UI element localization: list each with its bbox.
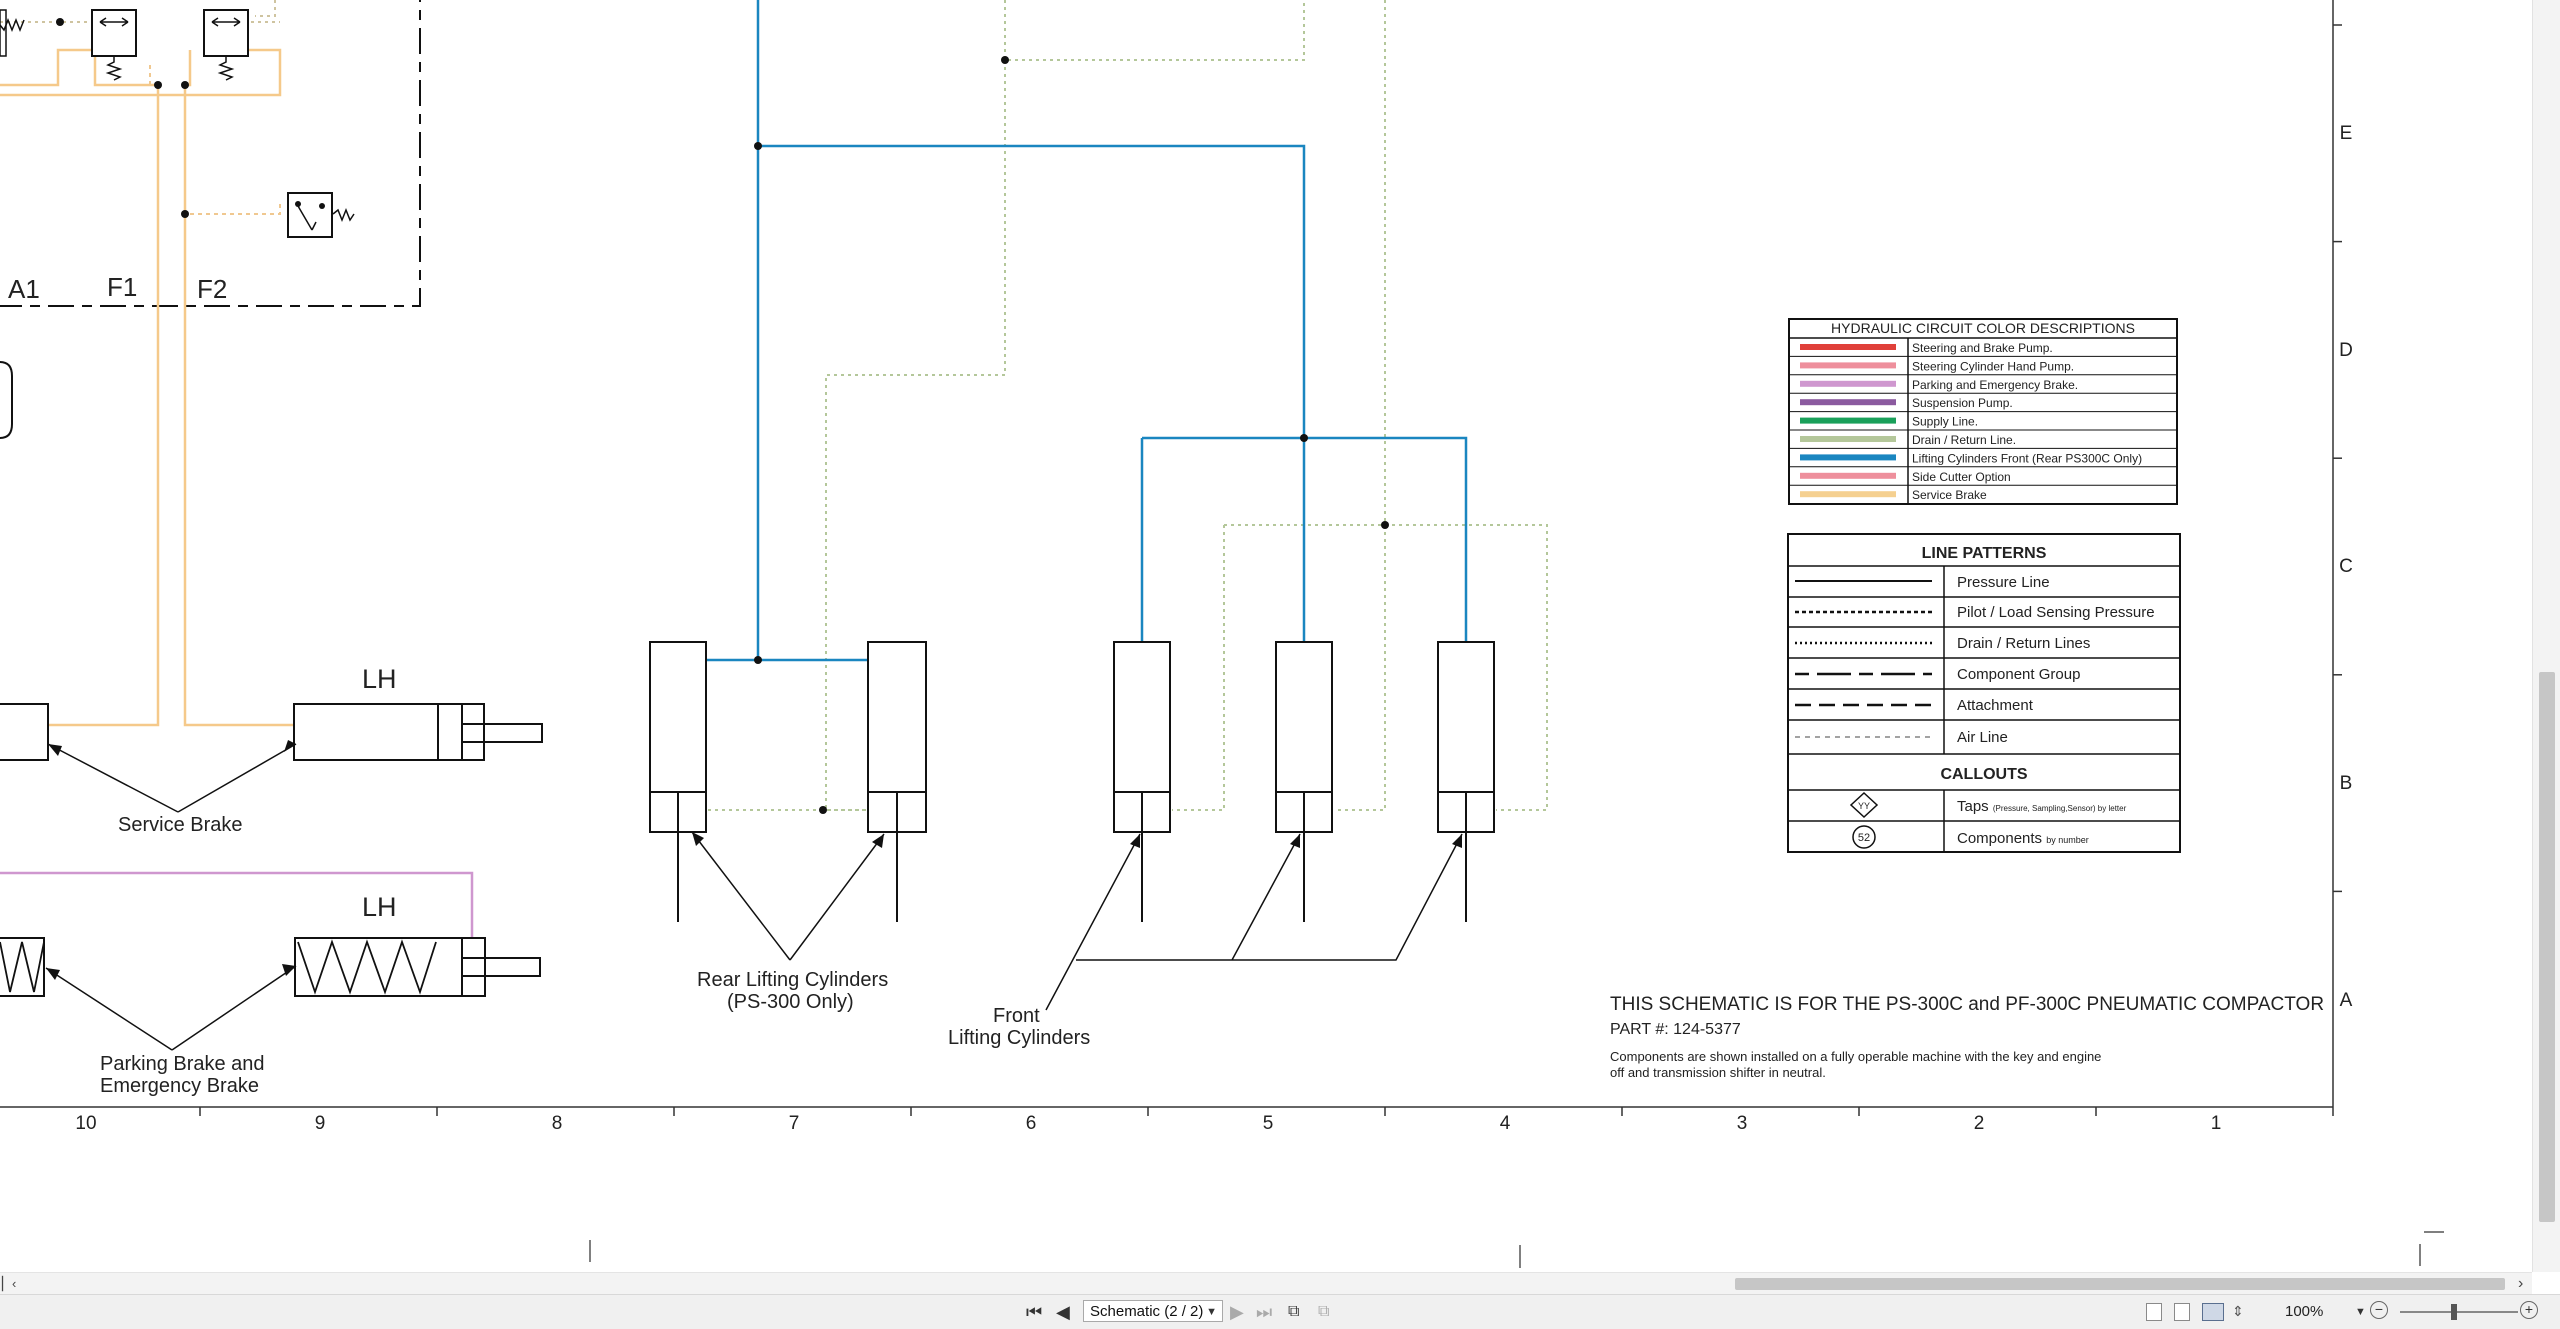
column-label-10: 10 (75, 1113, 96, 1134)
front-cylinders-label-1: Front (993, 1005, 1040, 1027)
column-label-5: 5 (1263, 1113, 1274, 1134)
color-legend-title: HYDRAULIC CIRCUIT COLOR DESCRIPTIONS (1831, 320, 2135, 336)
port-label-a1: A1 (8, 274, 40, 304)
legend-item-label: Lifting Cylinders Front (Rear PS300C Onl… (1912, 451, 2142, 465)
callouts-title: CALLOUTS (1940, 766, 2027, 783)
legend-item-label: Parking and Emergency Brake. (1912, 378, 2078, 392)
column-label-6: 6 (1026, 1113, 1037, 1134)
legend-swatch (1800, 472, 1896, 479)
scroll-right-icon[interactable]: › (2518, 1273, 2523, 1295)
schematic-notes: THIS SCHEMATIC IS FOR THE PS-300C and PF… (1610, 994, 2324, 1080)
service-brake-group: LH Service Brake (0, 664, 543, 836)
legend-swatch (1800, 454, 1896, 461)
zoom-slider[interactable] (2400, 1311, 2518, 1313)
notes-part-number: PART #: 124-5377 (1610, 1021, 1741, 1038)
lifting-circuit: Rear Lifting Cylinders (PS-300 Only) Fro… (649, 0, 1548, 1049)
delete-sheet-icon[interactable]: ⧉ (1318, 1301, 1329, 1323)
legend-item-label: Drain / Return Line. (1912, 433, 2016, 447)
column-label-8: 8 (552, 1113, 563, 1134)
column-label-2: 2 (1974, 1113, 1985, 1134)
continuous-view-icon[interactable] (2174, 1303, 2190, 1321)
legend-swatch (1800, 491, 1896, 498)
zoom-level[interactable]: 100% (2285, 1301, 2323, 1323)
svg-text:YY: YY (1858, 801, 1870, 811)
row-label-c: C (2339, 556, 2353, 577)
pattern-label-air-line: Air Line (1957, 729, 2008, 746)
pattern-label-drain: Drain / Return Lines (1957, 635, 2090, 652)
color-legend-table: HYDRAULIC CIRCUIT COLOR DESCRIPTIONS Ste… (1788, 318, 2178, 505)
port-label-f1: F1 (107, 272, 137, 302)
lh-label-lower: LH (362, 892, 397, 922)
legend-item-label: Steering Cylinder Hand Pump. (1912, 359, 2074, 373)
circle-component-icon: 52 (1852, 825, 1876, 849)
legend-swatch (1800, 362, 1896, 369)
zoom-dropdown-icon[interactable]: ▼ (2355, 1301, 2366, 1323)
notes-description-2: off and transmission shifter in neutral. (1610, 1065, 1826, 1080)
vertical-scrollbar[interactable] (2532, 0, 2560, 1272)
schematic-canvas[interactable]: A1 F1 F2 LH Service Brake LH Parking Bra… (0, 0, 2532, 1272)
port-label-f2: F2 (197, 274, 227, 304)
legend-item-label: Side Cutter Option (1912, 470, 2011, 484)
two-page-view-icon[interactable] (2202, 1303, 2224, 1321)
line-patterns-table: LINE PATTERNS Pressure Line Pilot / Load… (1787, 533, 2181, 853)
legend-item-label: Suspension Pump. (1912, 396, 2013, 410)
parking-brake-group: LH Parking Brake and Emergency Brake (0, 871, 541, 1097)
chevron-down-icon: ▼ (1206, 1306, 1217, 1318)
column-label-9: 9 (315, 1113, 326, 1134)
notes-description-1: Components are shown installed on a full… (1610, 1049, 2101, 1064)
pattern-label-pressure: Pressure Line (1957, 574, 2050, 591)
last-page-icon[interactable]: ⏭ (1256, 1301, 1272, 1323)
column-label-1: 1 (2211, 1113, 2222, 1134)
first-page-icon[interactable]: ⏮ (1026, 1301, 1042, 1323)
legend-item-label: Supply Line. (1912, 415, 1978, 429)
legend-swatch (1800, 399, 1896, 406)
hydraulic-schematic: A1 F1 F2 LH Service Brake LH Parking Bra… (0, 0, 2444, 1268)
front-cylinders-label-2: Lifting Cylinders (948, 1027, 1090, 1049)
sheet-selector-value: Schematic (2 / 2) (1090, 1303, 1204, 1320)
vertical-scroll-thumb[interactable] (2539, 672, 2555, 1222)
sheet-selector[interactable]: Schematic (2 / 2) ▼ (1083, 1300, 1223, 1322)
rear-cylinders-label-2: (PS-300 Only) (727, 991, 854, 1013)
parking-brake-label-1: Parking Brake and (100, 1053, 265, 1075)
zoom-out-icon[interactable]: − (2370, 1301, 2388, 1319)
service-brake-label: Service Brake (118, 814, 243, 836)
row-label-a: A (2340, 990, 2353, 1011)
single-page-view-icon[interactable] (2146, 1303, 2162, 1321)
column-label-3: 3 (1737, 1113, 1748, 1134)
pattern-label-component-group: Component Group (1957, 666, 2080, 683)
legend-item-label: Steering and Brake Pump. (1912, 341, 2053, 355)
fit-page-icon[interactable]: ⇕ (2232, 1303, 2248, 1321)
zoom-slider-thumb[interactable] (2451, 1304, 2457, 1320)
row-label-e: E (2340, 123, 2353, 144)
rear-cylinders-label-1: Rear Lifting Cylinders (697, 969, 888, 991)
svg-text:52: 52 (1858, 832, 1870, 844)
previous-page-icon[interactable]: ◀ (1056, 1301, 1070, 1323)
notes-title: THIS SCHEMATIC IS FOR THE PS-300C and PF… (1610, 994, 2324, 1015)
copy-sheet-icon[interactable]: ⧉ (1288, 1301, 1299, 1323)
row-label-b: B (2340, 773, 2353, 794)
lh-label-upper: LH (362, 664, 397, 694)
pattern-label-pilot: Pilot / Load Sensing Pressure (1957, 604, 2155, 621)
scroll-left-icon[interactable]: ▏‹ (2, 1273, 16, 1295)
next-page-icon[interactable]: ▶ (1230, 1301, 1244, 1323)
legend-swatch (1800, 436, 1896, 442)
status-bar: ⏮ ◀ Schematic (2 / 2) ▼ ▶ ⏭ ⧉ ⧉ ⇕ 100% ▼… (0, 1294, 2560, 1329)
legend-item-label: Service Brake (1912, 488, 1987, 502)
legend-swatch (1800, 380, 1896, 387)
line-patterns-title: LINE PATTERNS (1922, 545, 2047, 562)
pattern-label-attachment: Attachment (1957, 697, 2034, 714)
valve-block: A1 F1 F2 (0, 0, 421, 727)
column-label-7: 7 (789, 1113, 800, 1134)
legend-swatch (1800, 344, 1896, 350)
column-label-4: 4 (1500, 1113, 1511, 1134)
legend-swatch (1800, 417, 1896, 424)
zoom-in-icon[interactable]: + (2520, 1301, 2538, 1319)
horizontal-scrollbar[interactable]: ▏‹ › (0, 1272, 2532, 1295)
row-label-d: D (2339, 340, 2353, 361)
parking-brake-label-2: Emergency Brake (100, 1075, 259, 1097)
horizontal-scroll-thumb[interactable] (1735, 1278, 2505, 1290)
